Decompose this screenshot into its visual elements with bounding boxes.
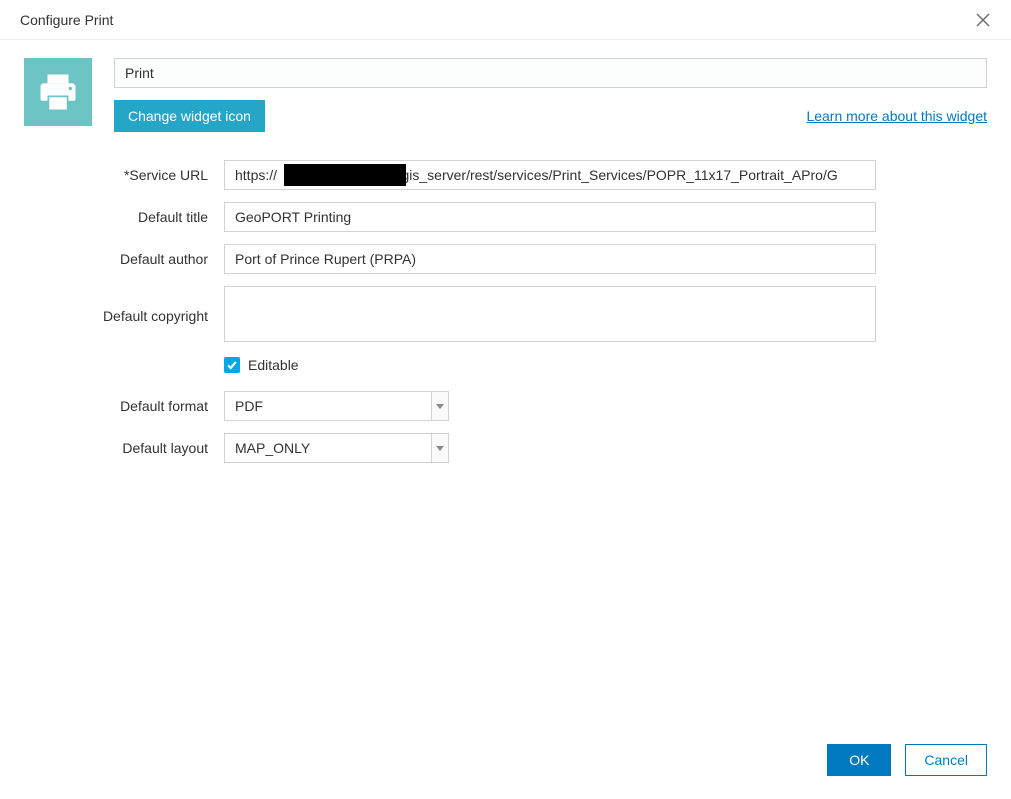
ok-button[interactable]: OK [827,744,891,776]
change-widget-icon-button[interactable]: Change widget icon [114,100,265,132]
dialog-header: Configure Print [0,0,1011,40]
widget-header-row2: Change widget icon Learn more about this… [114,100,987,132]
configure-print-dialog: Configure Print Change widget icon Learn… [0,0,1011,799]
widget-header-right: Change widget icon Learn more about this… [114,58,987,132]
check-icon [226,359,238,371]
label-default-layout: Default layout [24,440,224,456]
row-default-layout: Default layout MAP_ONLY [24,433,987,463]
form-area: *Service URL Default title Default autho… [24,160,987,463]
service-url-input[interactable] [224,160,876,190]
editable-checkbox[interactable] [224,357,240,373]
label-service-url: *Service URL [24,167,224,183]
editable-label: Editable [248,357,299,373]
default-layout-value: MAP_ONLY [224,433,431,463]
default-author-input[interactable] [224,244,876,274]
cancel-button[interactable]: Cancel [905,744,987,776]
label-default-copyright: Default copyright [24,308,224,324]
default-format-select[interactable]: PDF [224,391,449,421]
row-default-copyright: Default copyright [24,286,987,345]
label-default-title: Default title [24,209,224,225]
default-title-input[interactable] [224,202,876,232]
chevron-down-icon [436,444,444,452]
row-service-url: *Service URL [24,160,987,190]
widget-header-row: Change widget icon Learn more about this… [24,58,987,132]
widget-name-input[interactable] [114,58,987,88]
default-format-value: PDF [224,391,431,421]
default-layout-select[interactable]: MAP_ONLY [224,433,449,463]
row-default-title: Default title [24,202,987,232]
row-default-author: Default author [24,244,987,274]
default-format-caret[interactable] [431,391,449,421]
close-button[interactable] [975,12,991,28]
row-editable: Editable [224,357,987,373]
widget-icon-tile[interactable] [24,58,92,126]
dialog-footer: OK Cancel [0,735,1011,799]
label-default-author: Default author [24,251,224,267]
close-icon [976,13,990,27]
default-copyright-input[interactable] [224,286,876,342]
row-default-format: Default format PDF [24,391,987,421]
default-layout-caret[interactable] [431,433,449,463]
chevron-down-icon [436,402,444,410]
learn-more-link[interactable]: Learn more about this widget [806,108,987,124]
label-default-format: Default format [24,398,224,414]
dialog-body: Change widget icon Learn more about this… [0,40,1011,735]
print-icon [37,71,79,113]
dialog-title: Configure Print [20,12,113,28]
